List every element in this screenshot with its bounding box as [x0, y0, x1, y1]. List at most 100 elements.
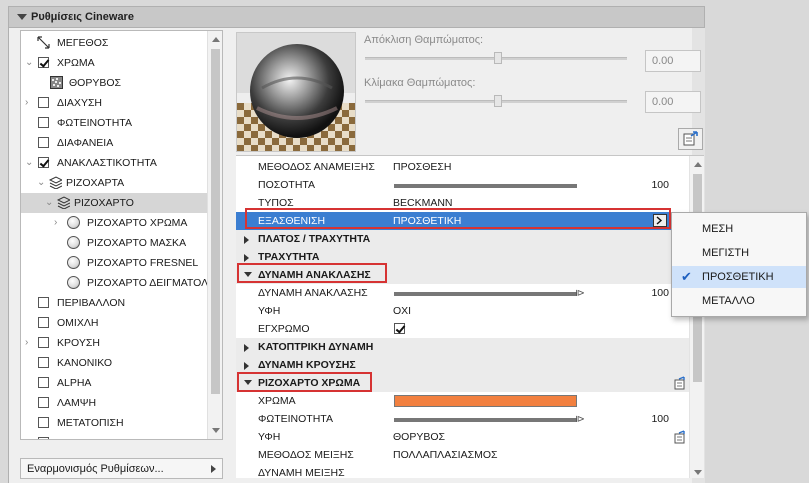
transparency-checkbox[interactable] — [38, 137, 49, 148]
reflection-strength-slider[interactable]: ⧐ — [394, 288, 585, 299]
prop-row-amount[interactable]: ΠΟΣΟΤΗΤΑ 100 — [236, 176, 689, 194]
collapse-arrow-icon[interactable] — [17, 14, 27, 20]
prop-row-texture2[interactable]: ΥΦΗ ΘΟΡΥΒΟΣ — [236, 428, 689, 446]
sync-settings-button[interactable]: Εναρμονισμός Ρυθμίσεων... — [20, 458, 223, 479]
fog-checkbox[interactable] — [38, 317, 49, 328]
blur-scale-label: Κλίμακα Θαμπώματος: — [364, 77, 476, 89]
tree-item-fog[interactable]: ΟΜΙΧΛΗ — [21, 313, 209, 333]
group-specular-strength[interactable]: ΚΑΤΟΠΤΡΙΚΗ ΔΥΝΑΜΗ — [236, 338, 689, 356]
chevron-right-icon[interactable]: › — [54, 217, 57, 228]
diffusion-checkbox[interactable] — [38, 97, 49, 108]
prop-value[interactable]: ΠΟΛΛΑΠΛΑΣΙΑΣΜΟΣ — [393, 449, 498, 461]
menu-item-metal[interactable]: ΜΕΤΑΛΛΟ — [672, 290, 806, 312]
tree-item-layer-color[interactable]: › ΡΙΖΟΧΑΡΤΟ ΧΡΩΜΑ — [21, 213, 209, 233]
prop-row-colored[interactable]: ΕΓΧΡΩΜΟ — [236, 320, 689, 338]
alpha-checkbox[interactable] — [38, 377, 49, 388]
scroll-up-icon[interactable] — [212, 37, 220, 42]
partial-checkbox[interactable] — [38, 437, 49, 439]
slider-knob-icon[interactable]: ⧐ — [575, 414, 585, 425]
group-width-roughness[interactable]: ΠΛΑΤΟΣ / ΤΡΑΧΥΤΗΤΑ — [236, 230, 689, 248]
reflectance-checkbox[interactable] — [38, 157, 49, 168]
prop-value[interactable]: ΠΡΟΣΘΕΣΗ — [393, 161, 452, 173]
blur-scale-knob[interactable] — [494, 95, 502, 107]
blur-deviation-knob[interactable] — [494, 52, 502, 64]
tree-item-environment[interactable]: ΠΕΡΙΒΑΛΛΟΝ — [21, 293, 209, 313]
prop-value[interactable]: 100 — [651, 287, 669, 299]
menu-item-average[interactable]: ΜΕΣΗ — [672, 218, 806, 240]
texture-link-icon[interactable] — [673, 376, 687, 390]
color-swatch[interactable] — [394, 395, 577, 407]
tree-item-layer-sampling[interactable]: ΡΙΖΟΧΑΡΤΟ ΔΕΙΓΜΑΤΟΛ — [21, 273, 209, 293]
tree-item-glow[interactable]: ΛΑΜΨΗ — [21, 393, 209, 413]
color-checkbox[interactable] — [38, 57, 49, 68]
tree-item-luminance[interactable]: ΦΩΤΕΙΝΟΤΗΤΑ — [21, 113, 209, 133]
settings-panel-header[interactable]: Ρυθμίσεις Cineware — [8, 6, 705, 28]
menu-item-label: ΜΕΓΙΣΤΗ — [702, 247, 750, 259]
amount-slider[interactable] — [394, 184, 577, 188]
glow-checkbox[interactable] — [38, 397, 49, 408]
menu-item-additive[interactable]: ✔ ΠΡΟΣΘΕΤΙΚΗ — [672, 266, 806, 288]
chevron-right-icon[interactable]: › — [25, 337, 28, 348]
slider-knob-icon[interactable]: ⧐ — [575, 288, 585, 299]
export-preview-button[interactable] — [678, 128, 703, 150]
prop-row-mix-strength[interactable]: ΔΥΝΑΜΗ ΜΕΙΞΗΣ — [236, 464, 689, 478]
tree-item-reflectance[interactable]: ⌄ ΑΝΑΚΛΑΣΤΙΚΟΤΗΤΑ — [21, 153, 209, 173]
tree-item-label: ΜΕΓΕΘΟΣ — [57, 37, 109, 49]
tree-item-label: ΦΩΤΕΙΝΟΤΗΤΑ — [57, 117, 132, 129]
chevron-down-icon[interactable]: ⌄ — [45, 197, 53, 208]
environment-checkbox[interactable] — [38, 297, 49, 308]
group-label: ΔΥΝΑΜΗ ΚΡΟΥΣΗΣ — [258, 359, 356, 371]
luminance-checkbox[interactable] — [38, 117, 49, 128]
tree-item-bump[interactable]: › ΚΡΟΥΣΗ — [21, 333, 209, 353]
expand-arrow-icon[interactable] — [244, 254, 249, 262]
displacement-checkbox[interactable] — [38, 417, 49, 428]
expand-arrow-icon[interactable] — [244, 344, 249, 352]
prop-value[interactable]: 100 — [651, 179, 669, 191]
tree-item-partial[interactable] — [21, 433, 209, 439]
scroll-up-icon[interactable] — [694, 162, 702, 167]
scroll-thumb[interactable] — [211, 49, 220, 394]
properties-scrollbar[interactable] — [689, 156, 704, 478]
scroll-down-icon[interactable] — [694, 470, 702, 475]
prop-row-texture[interactable]: ΥΦΗ ΟΧΙ — [236, 302, 689, 320]
tree-item-transparency[interactable]: ΔΙΑΦΑΝΕΙΑ — [21, 133, 209, 153]
tree-item-displacement[interactable]: ΜΕΤΑΤΟΠΙΣΗ — [21, 413, 209, 433]
prop-value[interactable]: ΘΟΡΥΒΟΣ — [393, 431, 445, 443]
tree-item-color[interactable]: ⌄ ΧΡΩΜΑ — [21, 53, 209, 73]
chevron-down-icon[interactable]: ⌄ — [25, 57, 33, 68]
tree-item-layer[interactable]: ⌄ ΡΙΖΟΧΑΡΤΟ — [21, 193, 209, 213]
tree-item-size[interactable]: ΜΕΓΕΘΟΣ — [21, 33, 209, 53]
prop-row-blend-mode[interactable]: ΜΕΘΟΔΟΣ ΑΝΑΜΕΙΞΗΣ ΠΡΟΣΘΕΣΗ — [236, 158, 689, 176]
expand-arrow-icon[interactable] — [244, 362, 249, 370]
prop-row-color[interactable]: ΧΡΩΜΑ — [236, 392, 689, 410]
blur-scale-input[interactable]: 0.00 — [645, 91, 701, 113]
sphere-icon — [67, 236, 80, 249]
chevron-down-icon[interactable]: ⌄ — [25, 157, 33, 168]
brightness-slider[interactable]: ⧐ — [394, 414, 585, 425]
tree-scrollbar[interactable] — [207, 31, 222, 439]
menu-item-maximum[interactable]: ΜΕΓΙΣΤΗ — [672, 242, 806, 264]
export-icon — [683, 131, 698, 146]
tree-item-layer-mask[interactable]: ΡΙΖΟΧΑΡΤΟ ΜΑΣΚΑ — [21, 233, 209, 253]
tree-item-label: ΛΑΜΨΗ — [57, 397, 97, 409]
tree-item-diffusion[interactable]: › ΔΙΑΧΥΣΗ — [21, 93, 209, 113]
blur-deviation-input[interactable]: 0.00 — [645, 50, 701, 72]
scroll-down-icon[interactable] — [212, 428, 220, 433]
prop-row-mix-mode[interactable]: ΜΕΘΟΔΟΣ ΜΕΙΞΗΣ ΠΟΛΛΑΠΛΑΣΙΑΣΜΟΣ — [236, 446, 689, 464]
prop-value[interactable]: ΟΧΙ — [393, 305, 411, 317]
chevron-down-icon[interactable]: ⌄ — [37, 177, 45, 188]
expand-arrow-icon[interactable] — [244, 236, 249, 244]
tree-item-noise[interactable]: ΘΟΡΥΒΟΣ — [21, 73, 209, 93]
tree-item-layer-fresnel[interactable]: ΡΙΖΟΧΑΡΤΟ FRESNEL — [21, 253, 209, 273]
prop-row-reflection-strength[interactable]: ΔΥΝΑΜΗ ΑΝΑΚΛΑΣΗΣ ⧐ 100 — [236, 284, 689, 302]
prop-value[interactable]: 100 — [651, 413, 669, 425]
tree-item-alpha[interactable]: ALPHA — [21, 373, 209, 393]
prop-row-brightness[interactable]: ΦΩΤΕΙΝΟΤΗΤΑ ⧐ 100 — [236, 410, 689, 428]
bump-checkbox[interactable] — [38, 337, 49, 348]
normal-checkbox[interactable] — [38, 357, 49, 368]
texture-link-icon[interactable] — [673, 430, 687, 444]
tree-item-normal[interactable]: ΚΑΝΟΝΙΚΟ — [21, 353, 209, 373]
colored-checkbox[interactable] — [394, 323, 405, 334]
chevron-right-icon[interactable]: › — [25, 97, 28, 108]
tree-item-layers[interactable]: ⌄ ΡΙΖΟΧΑΡΤΑ — [21, 173, 209, 193]
